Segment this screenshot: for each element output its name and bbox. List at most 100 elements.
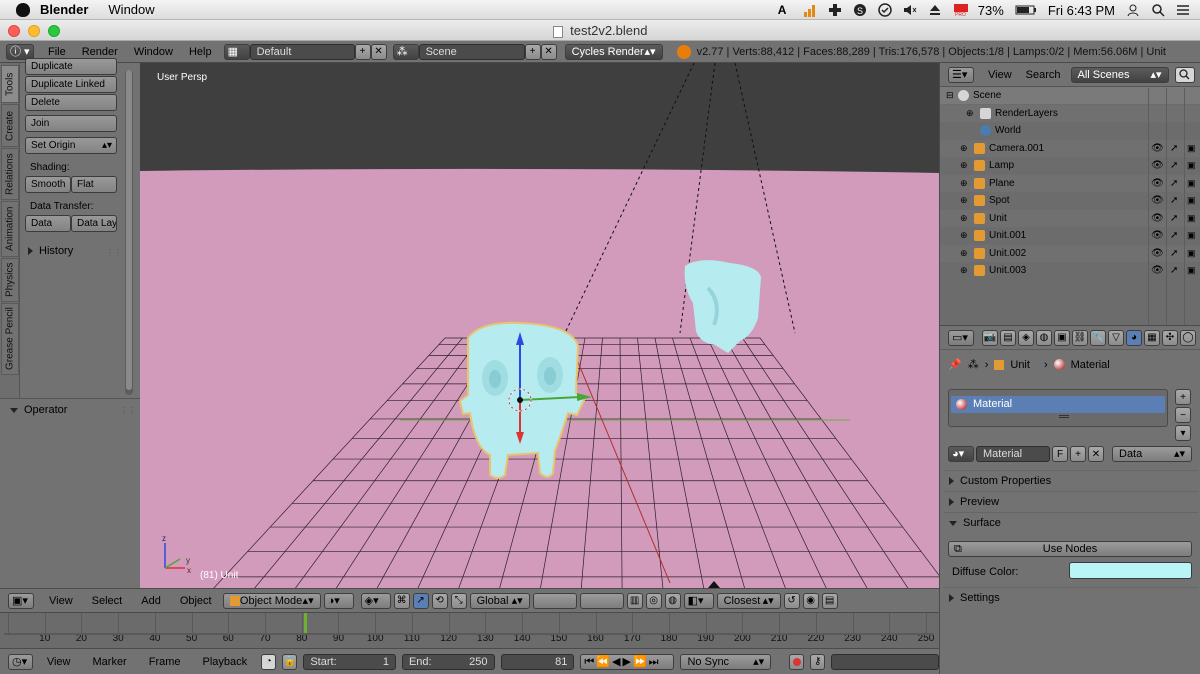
eject-icon[interactable] xyxy=(928,3,942,17)
jump-key-forward-icon[interactable]: ⏩ xyxy=(633,655,647,669)
visibility-eye-icon[interactable]: 👁 xyxy=(1151,245,1164,262)
selectability-cursor-icon[interactable]: ➚ xyxy=(1170,262,1178,279)
visibility-eye-icon[interactable]: 👁 xyxy=(1151,192,1164,209)
editor-type-timeline-button[interactable]: ◷▾ xyxy=(8,653,33,670)
expand-icon[interactable]: ⊕ xyxy=(960,245,970,262)
screen-layout-icon[interactable]: ▦ xyxy=(223,43,250,60)
visibility-eye-icon[interactable]: 👁 xyxy=(1151,227,1164,244)
menu-window[interactable]: Window xyxy=(126,46,181,58)
panel-surface[interactable]: Surface xyxy=(943,512,1198,532)
app-menu-window[interactable]: Window xyxy=(108,2,154,17)
pro-badge-icon[interactable]: PRO xyxy=(953,3,968,18)
timeline-menu-view[interactable]: View xyxy=(39,656,79,668)
flat-button[interactable]: Flat xyxy=(71,176,117,193)
timeline-menu-marker[interactable]: Marker xyxy=(85,656,135,668)
search-icon[interactable] xyxy=(1174,66,1195,83)
unlink-material-icon[interactable]: ✕ xyxy=(1088,446,1104,462)
render-camera-icon[interactable]: ▣ xyxy=(1187,227,1196,244)
render-camera-icon[interactable]: ▣ xyxy=(1187,157,1196,174)
outliner-item-name[interactable]: Unit.003 xyxy=(989,262,1026,279)
material-name-field[interactable]: Material xyxy=(976,446,1050,462)
object-tab-icon[interactable]: ▣ xyxy=(1054,329,1070,346)
menu-render[interactable]: Render xyxy=(74,46,126,58)
outliner-row[interactable]: ⊕ Unit 👁 ➚ ▣ xyxy=(940,209,1200,227)
outliner-item-name[interactable]: Lamp xyxy=(989,157,1014,174)
medical-cross-icon[interactable] xyxy=(828,3,842,17)
scale-manipulator-icon[interactable]: ⤡ xyxy=(450,592,467,609)
history-panel-header[interactable]: History xyxy=(28,245,73,257)
zoom-window-button[interactable] xyxy=(48,25,60,37)
visibility-eye-icon[interactable]: 👁 xyxy=(1151,210,1164,227)
snap-element-select[interactable]: Closest ▴▾ xyxy=(716,592,781,609)
visibility-eye-icon[interactable]: 👁 xyxy=(1151,262,1164,279)
duplicate-linked-button[interactable]: Duplicate Linked xyxy=(25,76,117,93)
outliner-row[interactable]: ⊕ Plane 👁 ➚ ▣ xyxy=(940,174,1200,192)
outliner-row[interactable]: World xyxy=(940,122,1200,139)
user-icon[interactable] xyxy=(1126,3,1140,17)
keying-set-icon[interactable]: ⚷ xyxy=(810,653,826,670)
material-slot-list[interactable]: Material xyxy=(948,389,1168,427)
selectability-cursor-icon[interactable]: ➚ xyxy=(1170,175,1178,192)
outliner-row[interactable]: ⊕ Unit.003 👁 ➚ ▣ xyxy=(940,262,1200,279)
panel-preview[interactable]: Preview xyxy=(943,491,1198,511)
translate-manipulator-icon[interactable]: ↗ xyxy=(412,592,429,609)
snap-align-icon[interactable]: ↺ xyxy=(783,592,800,609)
delete-button[interactable]: Delete xyxy=(25,94,117,111)
play-icon[interactable]: ▶ xyxy=(622,655,630,669)
outliner-item-name[interactable]: Plane xyxy=(989,175,1015,192)
remove-screen-icon[interactable]: ✕ xyxy=(370,43,387,60)
outliner-item-name[interactable]: Unit.001 xyxy=(989,227,1026,244)
menu-select[interactable]: Select xyxy=(84,595,131,607)
outliner-item-name[interactable]: Camera.001 xyxy=(989,140,1044,157)
list-resize-grip-icon[interactable] xyxy=(1059,415,1069,418)
expand-icon[interactable]: ⊕ xyxy=(960,227,970,244)
tool-shelf-scroll-thumb[interactable] xyxy=(126,70,132,390)
display-mode-select[interactable]: All Scenes ▴▾ xyxy=(1070,66,1169,83)
selectability-cursor-icon[interactable]: ➚ xyxy=(1170,140,1178,157)
snap-toggle-button[interactable]: ◧▾ xyxy=(683,592,714,609)
outliner-item-name[interactable]: RenderLayers xyxy=(995,105,1058,122)
expand-icon[interactable]: ⊕ xyxy=(960,175,970,192)
selectability-cursor-icon[interactable]: ➚ xyxy=(1170,245,1178,262)
menu-add[interactable]: Add xyxy=(133,595,169,607)
expand-icon[interactable]: ⊕ xyxy=(960,140,970,157)
battery-icon[interactable] xyxy=(1015,3,1037,17)
add-scene-icon[interactable]: + xyxy=(524,43,541,60)
menu-view[interactable]: View xyxy=(41,595,81,607)
3d-viewport[interactable]: z y x User Persp (81) Unit xyxy=(140,63,939,588)
render-preview-icon[interactable]: ◎ xyxy=(645,592,662,609)
layer-buttons-1[interactable] xyxy=(532,592,577,609)
timeline-scrollbar[interactable] xyxy=(4,633,934,635)
timeline-menu-playback[interactable]: Playback xyxy=(195,656,256,668)
visibility-eye-icon[interactable]: 👁 xyxy=(1151,140,1164,157)
tab-relations[interactable]: Relations xyxy=(1,148,19,200)
pin-icon[interactable]: 📌 xyxy=(948,358,962,371)
keying-set-field[interactable] xyxy=(831,653,939,670)
render-layers-tab-icon[interactable]: ▤ xyxy=(1000,329,1016,346)
add-slot-icon[interactable]: + xyxy=(1175,389,1191,405)
opengl-anim-icon[interactable]: ▤ xyxy=(821,592,838,609)
end-frame-field[interactable]: End: 250 xyxy=(401,653,495,670)
outliner-row[interactable]: ⊕ Unit.002 👁 ➚ ▣ xyxy=(940,244,1200,262)
outliner-item-name[interactable]: World xyxy=(995,122,1021,139)
scene-tab-icon[interactable]: ◈ xyxy=(1018,329,1034,346)
render-camera-icon[interactable]: ▣ xyxy=(1187,262,1196,279)
fake-user-button[interactable]: F xyxy=(1052,446,1068,462)
tab-animation[interactable]: Animation xyxy=(1,201,19,257)
visibility-eye-icon[interactable]: 👁 xyxy=(1151,157,1164,174)
physics-tab-icon[interactable]: ◯ xyxy=(1180,329,1196,346)
tab-grease-pencil[interactable]: Grease Pencil xyxy=(1,303,19,375)
rotate-manipulator-icon[interactable]: ⟲ xyxy=(431,592,448,609)
app-menu-blender[interactable]: Blender xyxy=(40,2,88,17)
collapse-icon[interactable]: ⊟ xyxy=(946,87,954,104)
expand-icon[interactable]: ⊕ xyxy=(960,262,970,279)
close-window-button[interactable] xyxy=(8,25,20,37)
data-layout-button[interactable]: Data Lay xyxy=(71,215,117,232)
layer-buttons-2[interactable] xyxy=(579,592,624,609)
visibility-eye-icon[interactable]: 👁 xyxy=(1151,175,1164,192)
notification-center-icon[interactable] xyxy=(1176,3,1190,17)
timeline-menu-frame[interactable]: Frame xyxy=(141,656,189,668)
tab-physics[interactable]: Physics xyxy=(1,258,19,302)
mode-select[interactable]: Object Mode ▴▾ xyxy=(222,592,321,609)
menu-file[interactable]: File xyxy=(40,46,74,58)
